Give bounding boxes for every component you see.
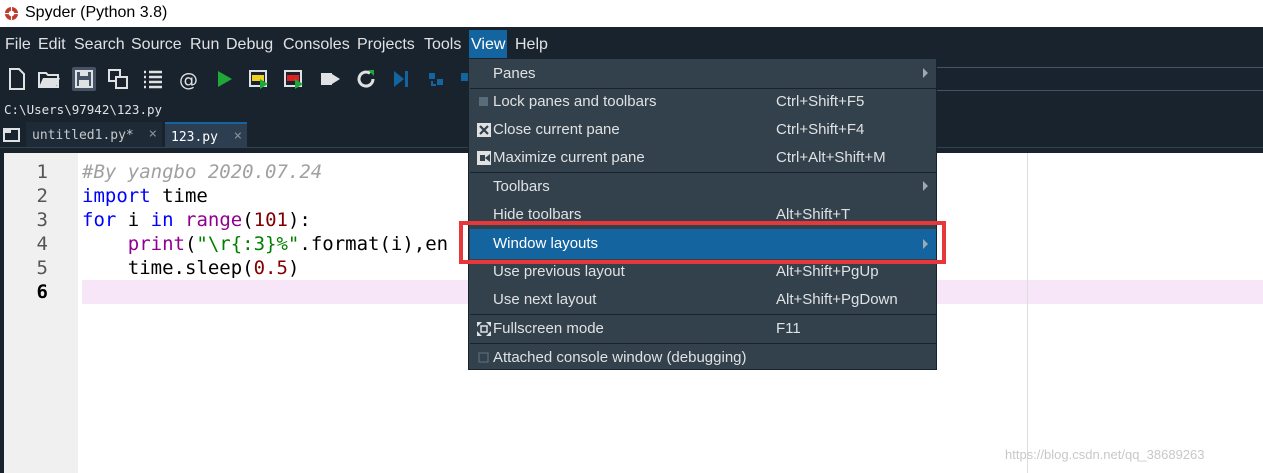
- menu-item-label: Lock panes and toolbars: [493, 93, 657, 110]
- menu-item-maximize-pane[interactable]: Maximize current pane Ctrl+Alt+Shift+M: [470, 144, 936, 172]
- close-pane-icon: [477, 123, 491, 137]
- run-cell-advance-icon[interactable]: [282, 67, 306, 91]
- spyder-logo-icon: [4, 6, 19, 21]
- line-number-gutter: 1 2 3 4 5 6: [4, 153, 78, 473]
- code-line: for i in range(101):: [82, 209, 311, 231]
- annotation-highlight-box: [459, 221, 946, 264]
- debug-icon[interactable]: [389, 67, 413, 91]
- view-menu-dropdown: Panes Lock panes and toolbars Ctrl+Shift…: [468, 58, 937, 370]
- line-number-current: 6: [36, 281, 48, 303]
- menu-search[interactable]: Search: [74, 36, 125, 54]
- browse-tabs-icon[interactable]: [3, 127, 21, 143]
- open-folder-icon[interactable]: [37, 67, 61, 91]
- code-line: #By yangbo 2020.07.24: [82, 161, 323, 183]
- menu-item-shortcut: Alt+Shift+PgDown: [776, 291, 898, 308]
- menu-item-lock-panes[interactable]: Lock panes and toolbars Ctrl+Shift+F5: [470, 88, 936, 116]
- title-bar: Spyder (Python 3.8): [0, 0, 1263, 27]
- menu-consoles[interactable]: Consoles: [283, 36, 350, 54]
- svg-text:@: @: [179, 69, 198, 91]
- code-line: time.sleep(0.5): [127, 257, 300, 279]
- menu-run[interactable]: Run: [190, 36, 219, 54]
- save-icon[interactable]: [72, 67, 96, 91]
- edge-line: [1027, 153, 1028, 473]
- menu-help[interactable]: Help: [515, 36, 548, 54]
- line-number: 1: [36, 161, 48, 183]
- menu-item-attached-console[interactable]: Attached console window (debugging): [470, 344, 936, 372]
- menu-item-shortcut: Ctrl+Shift+F5: [776, 93, 865, 110]
- line-number: 5: [36, 257, 48, 279]
- menu-item-toolbars[interactable]: Toolbars: [470, 173, 936, 201]
- outline-icon[interactable]: [141, 67, 165, 91]
- menu-item-fullscreen[interactable]: Fullscreen mode F11: [470, 315, 936, 343]
- menu-view[interactable]: View: [469, 30, 508, 58]
- menu-item-shortcut: Alt+Shift+PgUp: [776, 263, 879, 280]
- menu-item-label: Fullscreen mode: [493, 320, 604, 337]
- toolbar-right-area: [935, 67, 1263, 91]
- window-title: Spyder (Python 3.8): [25, 4, 168, 21]
- tab-label: untitled1.py*: [32, 128, 134, 143]
- checkbox-icon: [479, 97, 488, 106]
- run-icon[interactable]: [212, 67, 236, 91]
- menu-source[interactable]: Source: [131, 36, 182, 54]
- submenu-arrow-icon: [923, 181, 928, 191]
- menu-item-panes[interactable]: Panes: [470, 60, 936, 88]
- menu-edit[interactable]: Edit: [38, 36, 66, 54]
- menu-item-close-pane[interactable]: Close current pane Ctrl+Shift+F4: [470, 116, 936, 144]
- run-cell-icon[interactable]: [247, 67, 271, 91]
- menu-item-label: Close current pane: [493, 121, 620, 138]
- code-line: print("\r{:3}%".format(i),en: [127, 233, 449, 255]
- menu-bar: File Edit Search Source Run Debug Consol…: [0, 27, 1263, 61]
- code-line: import time: [82, 185, 208, 207]
- file-path: C:\Users\97942\123.py: [4, 102, 163, 117]
- menu-item-label: Use previous layout: [493, 263, 625, 280]
- run-selection-icon[interactable]: [318, 67, 342, 91]
- menu-item-label: Panes: [493, 65, 536, 82]
- tab-label: 123.py: [171, 130, 218, 145]
- main-toolbar: @: [0, 61, 470, 98]
- menu-item-label: Maximize current pane: [493, 149, 645, 166]
- menu-file[interactable]: File: [5, 36, 31, 54]
- menu-item-label: Toolbars: [493, 178, 550, 195]
- menu-debug[interactable]: Debug: [226, 36, 273, 54]
- maximize-pane-icon: [477, 151, 491, 165]
- submenu-arrow-icon: [923, 68, 928, 78]
- step-icon[interactable]: [424, 67, 448, 91]
- save-all-icon[interactable]: [106, 67, 130, 91]
- menu-item-shortcut: Ctrl+Shift+F4: [776, 121, 865, 138]
- rerun-icon[interactable]: [354, 67, 378, 91]
- menu-item-shortcut: Ctrl+Alt+Shift+M: [776, 149, 886, 166]
- menu-item-label: Attached console window (debugging): [493, 349, 747, 366]
- menu-item-label: Use next layout: [493, 291, 597, 308]
- menu-item-next-layout[interactable]: Use next layout Alt+Shift+PgDown: [470, 286, 936, 314]
- line-number: 2: [36, 185, 48, 207]
- fullscreen-icon: [477, 322, 491, 336]
- menu-item-shortcut: F11: [776, 320, 801, 337]
- checkbox-icon: [478, 352, 489, 363]
- watermark: https://blog.csdn.net/qq_38689263: [1005, 447, 1205, 462]
- close-tab-icon[interactable]: ×: [149, 126, 157, 142]
- tab-123[interactable]: 123.py ×: [165, 122, 247, 147]
- line-number: 3: [36, 209, 48, 231]
- tab-untitled1[interactable]: untitled1.py* ×: [26, 122, 162, 147]
- close-tab-icon[interactable]: ×: [234, 128, 242, 144]
- email-icon[interactable]: @: [176, 67, 200, 91]
- new-file-icon[interactable]: [5, 67, 29, 91]
- line-number: 4: [36, 233, 48, 255]
- menu-projects[interactable]: Projects: [357, 36, 415, 54]
- menu-tools[interactable]: Tools: [424, 36, 461, 54]
